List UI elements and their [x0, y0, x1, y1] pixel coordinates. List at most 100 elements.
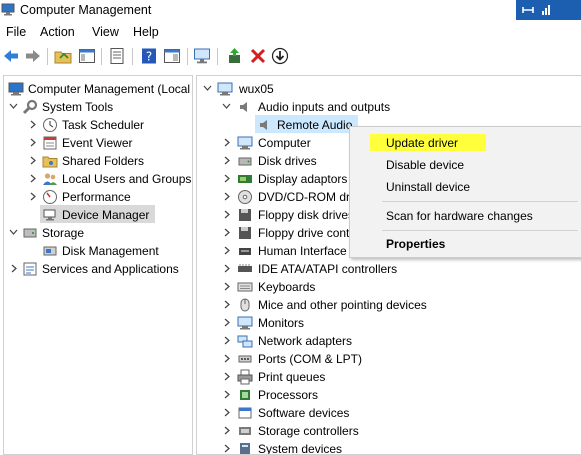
device-category-label: Keyboards [258, 280, 316, 294]
chevron-right-icon[interactable] [222, 281, 231, 292]
tree-label: Performance [62, 190, 131, 204]
users-icon [43, 173, 57, 185]
navigation-tree-pane[interactable]: Computer Management (Local System Tools … [3, 75, 193, 455]
chevron-right-icon[interactable] [9, 263, 18, 274]
chevron-right-icon[interactable] [222, 299, 231, 310]
chevron-right-icon[interactable] [222, 353, 231, 364]
chevron-right-icon[interactable] [222, 335, 231, 346]
tree-item-system-tools[interactable]: System Tools [4, 98, 192, 116]
device-category[interactable]: Storage controllers [197, 422, 581, 440]
chevron-right-icon[interactable] [222, 389, 231, 400]
show-hide-tree-icon[interactable] [78, 47, 96, 65]
device-category[interactable]: Keyboards [197, 278, 581, 296]
device-category[interactable]: Processors [197, 386, 581, 404]
menu-file[interactable]: File [6, 25, 26, 39]
menu-item-uninstall-device[interactable]: Uninstall device [386, 180, 470, 194]
tree-item-event-viewer[interactable]: Event Viewer [4, 134, 192, 152]
device-tree-root[interactable]: wux05 [197, 80, 581, 98]
forward-arrow-icon[interactable] [24, 47, 42, 65]
tree-item-disk-management[interactable]: Disk Management [4, 242, 192, 260]
menu-separator [382, 201, 578, 202]
chevron-right-icon[interactable] [222, 137, 231, 148]
computer-management-icon [8, 82, 24, 96]
processor-icon [240, 390, 250, 400]
clock-icon [43, 118, 57, 132]
device-category[interactable]: Print queues [197, 368, 581, 386]
device-category[interactable]: Ports (COM & LPT) [197, 350, 581, 368]
shared-folder-icon [42, 156, 58, 168]
device-label: Remote Audio [277, 118, 353, 132]
menu-item-update-driver[interactable]: Update driver [386, 136, 458, 150]
menu-action[interactable]: Action [40, 25, 75, 39]
device-category[interactable]: Software devices [197, 404, 581, 422]
device-category[interactable]: Network adapters [197, 332, 581, 350]
chevron-right-icon[interactable] [222, 407, 231, 418]
chevron-right-icon[interactable] [222, 263, 231, 274]
device-category-label: Computer [258, 136, 311, 150]
show-action-pane-icon[interactable] [163, 47, 181, 65]
tree-item-local-users[interactable]: Local Users and Groups [4, 170, 192, 188]
chevron-right-icon[interactable] [28, 173, 37, 184]
tree-item-performance[interactable]: Performance [4, 188, 192, 206]
monitor-icon [237, 136, 253, 150]
menu-item-scan-hardware[interactable]: Scan for hardware changes [386, 209, 533, 223]
window-title: Computer Management [20, 3, 152, 17]
chevron-right-icon[interactable] [222, 173, 231, 184]
chevron-down-icon[interactable] [222, 101, 231, 112]
chevron-right-icon[interactable] [222, 227, 231, 238]
chevron-down-icon[interactable] [9, 227, 18, 238]
tree-item-services[interactable]: Services and Applications [4, 260, 192, 278]
tree-item-root[interactable]: Computer Management (Local [4, 80, 192, 98]
chevron-right-icon[interactable] [222, 425, 231, 436]
menu-separator [382, 230, 578, 231]
help-icon[interactable]: ? [140, 47, 158, 65]
event-viewer-icon [43, 136, 57, 150]
chevron-right-icon[interactable] [222, 443, 231, 454]
context-menu: Update driver Disable device Uninstall d… [349, 126, 581, 258]
device-category[interactable]: IDE ATA/ATAPI controllers [197, 260, 581, 278]
chevron-right-icon[interactable] [28, 155, 37, 166]
chevron-right-icon[interactable] [28, 137, 37, 148]
device-category[interactable]: System devices [197, 440, 581, 454]
menu-view[interactable]: View [92, 25, 119, 39]
properties-sheet-icon[interactable] [108, 47, 126, 65]
device-category-label: Floppy disk drives [258, 208, 355, 222]
uninstall-x-icon[interactable] [249, 47, 267, 65]
device-category[interactable]: Monitors [197, 314, 581, 332]
mouse-icon [240, 298, 250, 312]
tree-item-task-scheduler[interactable]: Task Scheduler [4, 116, 192, 134]
chevron-right-icon[interactable] [222, 191, 231, 202]
remote-session-bar[interactable] [516, 0, 581, 20]
device-category[interactable]: Mice and other pointing devices [197, 296, 581, 314]
tree-item-shared-folders[interactable]: Shared Folders [4, 152, 192, 170]
update-driver-icon[interactable] [226, 47, 244, 65]
printer-icon [237, 369, 253, 385]
device-category-audio[interactable]: Audio inputs and outputs [197, 98, 581, 116]
back-arrow-icon[interactable] [2, 47, 20, 65]
tree-item-storage[interactable]: Storage [4, 224, 192, 242]
chevron-right-icon[interactable] [222, 371, 231, 382]
chevron-down-icon[interactable] [203, 83, 212, 94]
chevron-right-icon[interactable] [222, 155, 231, 166]
up-folder-icon[interactable] [54, 47, 72, 65]
disk-management-icon [43, 246, 57, 256]
storage-controller-icon [239, 427, 251, 435]
menu-item-properties[interactable]: Properties [386, 237, 445, 251]
menu-item-disable-device[interactable]: Disable device [386, 158, 464, 172]
chevron-right-icon[interactable] [222, 245, 231, 256]
chevron-right-icon[interactable] [28, 119, 37, 130]
toolbar: ? [0, 42, 581, 72]
chevron-down-icon[interactable] [9, 101, 18, 112]
chevron-right-icon[interactable] [28, 191, 37, 202]
tree-item-device-manager[interactable]: Device Manager [4, 206, 192, 224]
tree-label: Storage [42, 226, 85, 240]
monitor-icon [237, 316, 253, 330]
chevron-right-icon[interactable] [222, 209, 231, 220]
menu-help[interactable]: Help [133, 25, 159, 39]
scan-hardware-icon[interactable] [193, 47, 211, 65]
device-category-label: Floppy drive cont [258, 226, 350, 240]
chevron-right-icon[interactable] [222, 317, 231, 328]
services-icon [23, 262, 37, 276]
computer-icon [217, 82, 233, 96]
enable-down-arrow-icon[interactable] [271, 47, 289, 65]
